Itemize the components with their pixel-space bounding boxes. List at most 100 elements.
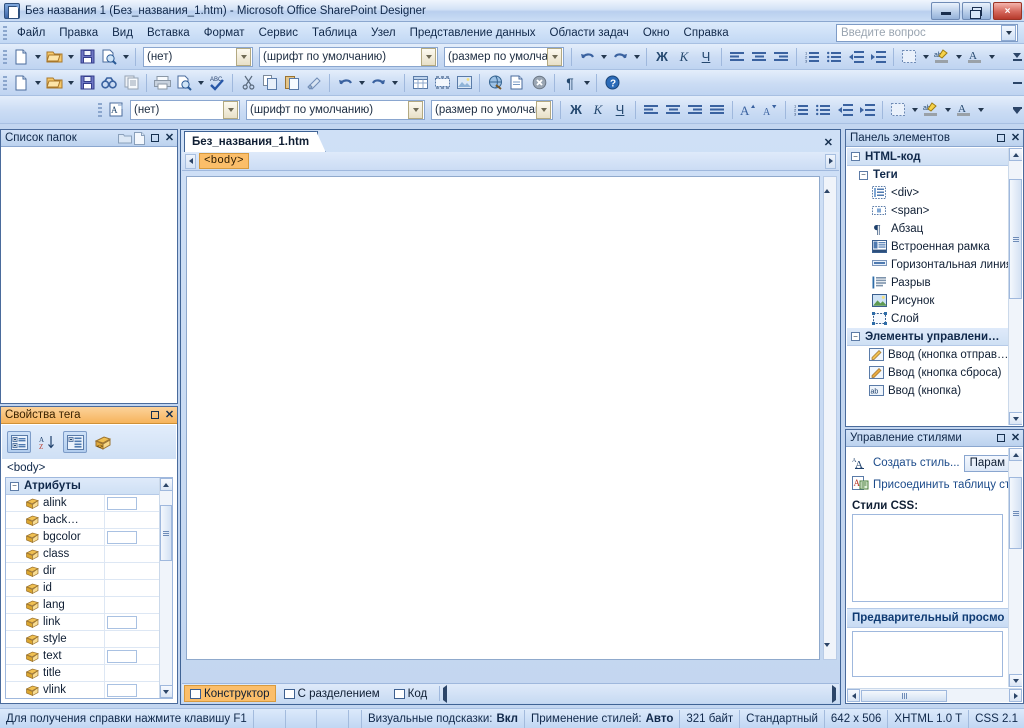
scroll-down-button[interactable] [1009,412,1022,425]
attribute-row[interactable]: bgcolor [6,528,172,546]
close-icon[interactable]: ✕ [1008,131,1023,146]
print-button[interactable] [151,72,173,94]
maximize-icon[interactable] [147,131,162,146]
menu-item-data-view[interactable]: Представление данных [403,25,543,41]
grouped-view-button[interactable] [63,431,87,453]
align-justify-button[interactable] [706,99,728,121]
font-color-dropdown[interactable] [986,46,997,68]
format-painter-button[interactable] [303,72,325,94]
undo-button[interactable] [334,72,356,94]
status-visual-aids[interactable]: Визуальные подсказки: Вкл [362,709,525,728]
preview-browser-button[interactable] [98,46,120,68]
collapse-icon[interactable]: − [10,481,19,491]
preview-button[interactable] [173,72,195,94]
attribute-row[interactable]: vlink [6,681,172,698]
canvas-vertical-scrollbar[interactable] [823,176,837,660]
tag-properties-scrollbar[interactable] [159,478,172,698]
borders-button[interactable] [898,46,920,68]
close-icon[interactable]: ✕ [162,131,177,146]
style-combo[interactable]: (нет) [143,46,253,67]
open-button[interactable] [43,46,65,68]
quick-tag-scroll-right-button[interactable] [825,153,836,169]
menu-item-format[interactable]: Формат [197,25,252,41]
attribute-row[interactable]: alink [6,494,172,512]
style-button[interactable]: A [105,99,127,121]
maximize-icon[interactable] [993,131,1008,146]
scrollbar-thumb[interactable] [1009,179,1022,299]
highlight-button[interactable]: ab [920,99,942,121]
document-tab[interactable]: Без_названия_1.htm [184,131,319,152]
edit-tag-button[interactable]: <> [91,431,115,453]
close-icon[interactable]: ✕ [162,408,177,423]
menu-item-tools[interactable]: Сервис [252,25,305,41]
new-page-dropdown[interactable] [32,46,43,68]
insert-layout-table-button[interactable] [431,72,453,94]
new-page-icon[interactable] [132,131,147,146]
font-size-combo[interactable]: (размер по умолчан [431,99,553,120]
scrollbar-thumb[interactable] [160,505,172,561]
font-size-combo-dropdown[interactable] [547,47,562,66]
borders-dropdown[interactable] [909,99,920,121]
redo-dropdown[interactable] [389,72,400,94]
scroll-down-button[interactable] [1009,674,1022,687]
toolbar-overflow-button[interactable] [1010,71,1024,95]
open-dropdown[interactable] [65,72,76,94]
redo-button[interactable] [609,46,631,68]
attach-stylesheet-link[interactable]: Присоединить таблицу ст [873,479,1008,491]
undo-dropdown[interactable] [356,72,367,94]
insert-hyperlink-button[interactable] [484,72,506,94]
scrollbar-thumb[interactable] [861,689,947,702]
cut-button[interactable] [237,72,259,94]
toolbox-group-header[interactable]: − Элементы управлени… [847,328,1008,346]
categorized-view-button[interactable] [7,431,31,453]
undo-button[interactable] [576,46,598,68]
scroll-left-button[interactable] [847,689,860,702]
folder-list-body[interactable] [2,148,176,402]
attribute-value-input[interactable] [107,530,137,544]
design-canvas[interactable] [186,176,820,660]
web-part-button[interactable] [528,72,550,94]
shrink-font-button[interactable]: A [759,99,781,121]
bold-button[interactable]: Ж [565,99,587,121]
styles-vertical-scrollbar[interactable] [1008,448,1022,687]
new-page-button[interactable] [10,46,32,68]
scroll-right-button[interactable] [832,684,836,703]
highlight-dropdown[interactable] [953,46,964,68]
toolbar-grip-handle[interactable] [98,102,102,117]
attribute-row[interactable]: text [6,647,172,665]
font-size-combo-dropdown[interactable] [536,100,551,119]
attribute-row[interactable]: title [6,664,172,682]
grow-font-button[interactable]: A [737,99,759,121]
scroll-right-button[interactable] [1009,689,1022,702]
align-center-button[interactable] [662,99,684,121]
menu-item-view[interactable]: Вид [105,25,140,41]
find-button[interactable] [98,72,120,94]
attribute-value-input[interactable] [107,496,137,510]
menu-item-file[interactable]: Файл [10,25,52,41]
spelling-button[interactable]: ABC [206,72,228,94]
save-button[interactable] [76,72,98,94]
styles-horizontal-scrollbar[interactable] [847,688,1022,702]
toolbox-item[interactable]: ¶ Абзац [847,220,1008,238]
scroll-up-button[interactable] [1008,448,1022,461]
alphabetical-sort-button[interactable]: AZ [35,431,59,453]
underline-button[interactable]: Ч [695,46,717,68]
font-combo-dropdown[interactable] [408,100,423,119]
toolbox-item-list[interactable]: − HTML-код − Теги <div> <span> ¶ Абзац Встроенна… [847,148,1008,425]
new-style-link[interactable]: Создать стиль... [873,457,960,469]
menu-item-help[interactable]: Справка [677,25,736,41]
scroll-up-button[interactable] [1008,148,1022,161]
font-combo[interactable]: (шрифт по умолчанию) [259,46,438,67]
toolbar-grip-handle[interactable] [3,75,7,90]
ask-question-dropdown-button[interactable] [1001,25,1016,41]
attribute-row[interactable]: style [6,630,172,648]
menu-item-task-panes[interactable]: Области задач [543,25,636,41]
font-combo[interactable]: (шрифт по умолчанию) [246,99,425,120]
preview-browser-dropdown[interactable] [120,46,131,68]
attribute-row[interactable]: lang [6,596,172,614]
collapse-icon[interactable]: − [851,332,860,341]
maximize-icon[interactable] [147,408,162,423]
menu-grip-handle[interactable] [3,25,7,40]
redo-button[interactable] [367,72,389,94]
toolbox-item[interactable]: Ввод (кнопка сброса) [847,364,1008,382]
